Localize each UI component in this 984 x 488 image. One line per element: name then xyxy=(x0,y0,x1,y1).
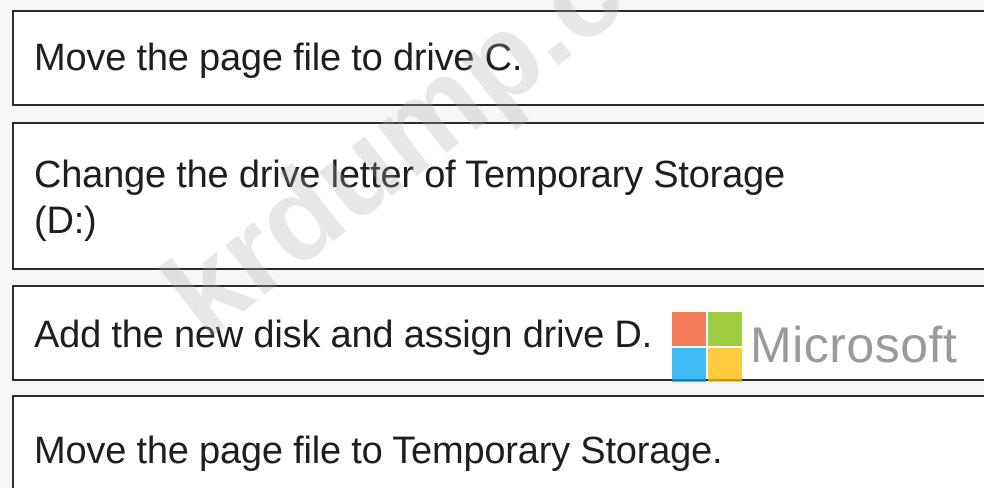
action-item-move-pagefile-temp-storage[interactable]: Move the page file to Temporary Storage. xyxy=(12,395,984,488)
action-item-move-pagefile-drive-c[interactable]: Move the page file to drive C. xyxy=(12,10,984,106)
action-item-label: Add the new disk and assign drive D. xyxy=(34,314,653,356)
action-item-change-drive-letter[interactable]: Change the drive letter of Temporary Sto… xyxy=(12,122,984,270)
action-item-label: Move the page file to drive C. xyxy=(34,37,523,79)
action-item-add-new-disk[interactable]: Add the new disk and assign drive D. xyxy=(12,285,984,381)
answer-area: Move the page file to drive C. Change th… xyxy=(0,0,984,488)
action-item-label: Change the drive letter of Temporary Sto… xyxy=(34,154,785,242)
action-item-label: Move the page file to Temporary Storage. xyxy=(34,430,723,472)
answer-list: Move the page file to drive C. Change th… xyxy=(0,0,984,488)
